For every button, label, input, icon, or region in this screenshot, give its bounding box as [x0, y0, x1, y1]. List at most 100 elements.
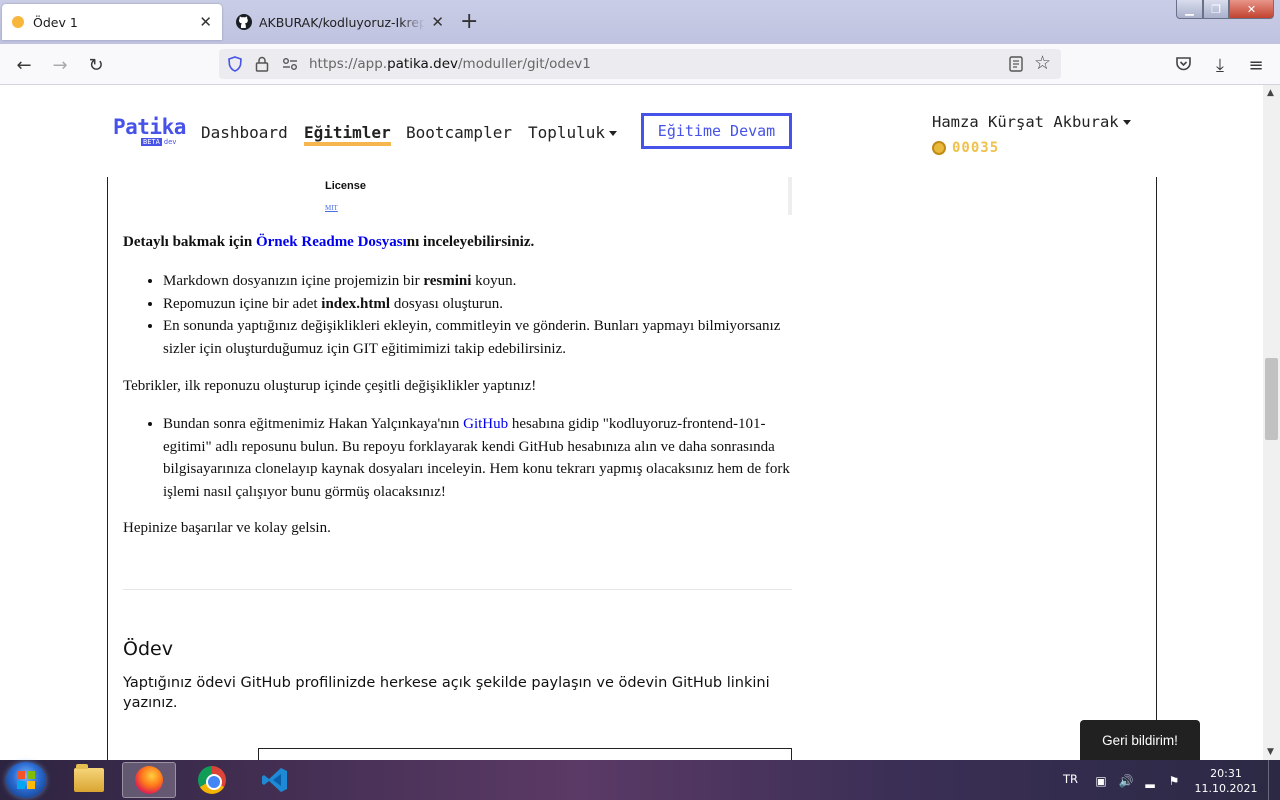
github-link[interactable]: GitHub: [463, 416, 508, 432]
nav-dashboard[interactable]: Dashboard: [201, 123, 288, 142]
next-steps-list: Bundan sonra eğitmenimiz Hakan Yalçınkay…: [123, 413, 793, 503]
close-tab-icon[interactable]: ✕: [199, 13, 212, 31]
license-heading: License: [325, 180, 366, 192]
close-tab-icon[interactable]: ✕: [431, 13, 444, 31]
downloads-icon[interactable]: ⤓: [1208, 53, 1232, 77]
show-desktop-button[interactable]: [1268, 760, 1280, 800]
vscode-icon: [262, 768, 287, 792]
address-bar[interactable]: https://app.patika.dev/moduller/git/odev…: [219, 49, 1061, 79]
list-text: dosyası oluşturun.: [390, 295, 503, 312]
browser-tab-strip: Ödev 1 ✕ AKBURAK/kodluyoruz-Ikrepo: K ✕ …: [0, 0, 1280, 44]
feedback-button[interactable]: Geri bildirim!: [1080, 720, 1200, 760]
pocket-icon[interactable]: [1175, 56, 1192, 72]
list-text: Bundan sonra eğitmenimiz Hakan Yalçınkay…: [163, 416, 464, 432]
forward-arrow-icon[interactable]: →: [48, 53, 72, 77]
nav-egitimler[interactable]: Eğitimler: [304, 123, 391, 146]
github-icon: [236, 14, 252, 30]
url-domain: patika.dev: [387, 56, 458, 72]
scrollbar-thumb[interactable]: [1265, 358, 1278, 440]
detail-suffix: nı inceleyebilirsiniz.: [406, 234, 535, 250]
url-text[interactable]: https://app.patika.dev/moduller/git/odev…: [309, 56, 591, 72]
coin-count: 00035: [952, 140, 1000, 156]
chrome-icon: [198, 766, 226, 794]
url-path: /moduller/git/odev1: [458, 56, 591, 72]
windows-taskbar: [0, 760, 1280, 800]
tab-odev-1[interactable]: Ödev 1 ✕: [2, 4, 222, 40]
list-item: Repomuzun içine bir adet index.html dosy…: [163, 293, 793, 316]
signal-icon[interactable]: ▂: [1142, 773, 1158, 789]
list-text: En sonunda yaptığınız değişiklikleri ekl…: [163, 318, 781, 357]
detail-paragraph: Detaylı bakmak için Örnek Readme Dosyası…: [123, 231, 793, 254]
patika-logo[interactable]: Patika BETA dev: [113, 115, 186, 146]
assignment-title: Ödev: [123, 638, 173, 660]
user-name: Hamza Kürşat Akburak: [932, 113, 1119, 131]
restore-window-icon[interactable]: ❐: [1203, 0, 1229, 19]
start-button[interactable]: [6, 762, 46, 798]
congrats-paragraph: Tebrikler, ilk reponuzu oluşturup içinde…: [123, 378, 537, 394]
detail-prefix: Detaylı bakmak için: [123, 234, 256, 250]
list-bold: resmini: [423, 273, 472, 289]
section-divider: [123, 589, 792, 590]
firefox-taskbar-button[interactable]: [122, 762, 176, 798]
minimize-window-icon[interactable]: ▁: [1176, 0, 1203, 19]
reload-icon[interactable]: ↻: [84, 53, 108, 77]
action-center-flag-icon[interactable]: ⚑: [1166, 773, 1182, 789]
web-page: License MIT Detaylı bakmak için Örnek Re…: [0, 85, 1263, 760]
nav-topluluk-label: Topluluk: [528, 123, 606, 142]
reader-view-icon[interactable]: [1009, 56, 1023, 72]
lesson-content: License MIT Detaylı bakmak için Örnek Re…: [107, 177, 1157, 760]
logo-beta: BETA: [141, 138, 162, 146]
shield-icon[interactable]: [227, 56, 243, 72]
user-menu[interactable]: Hamza Kürşat Akburak: [932, 113, 1131, 131]
assignment-description: Yaptığınız ödevi GitHub profilinizde her…: [123, 675, 770, 711]
nav-bootcampler[interactable]: Bootcampler: [406, 123, 512, 142]
list-text: Repomuzun içine bir adet: [163, 295, 322, 312]
frame-scrollbar[interactable]: [788, 177, 792, 215]
tab-github-repo[interactable]: AKBURAK/kodluyoruz-Ikrepo: K ✕: [226, 4, 454, 40]
continue-learning-button[interactable]: Eğitime Devam: [641, 113, 792, 149]
tab-title: AKBURAK/kodluyoruz-Ikrepo: K: [259, 14, 426, 30]
file-explorer-taskbar-button[interactable]: [62, 762, 116, 798]
folder-icon: [74, 764, 104, 792]
close-window-icon[interactable]: ✕: [1229, 0, 1274, 19]
closing-paragraph: Hepinize başarılar ve kolay gelsin.: [123, 520, 331, 536]
readme-preview-frame[interactable]: License MIT: [311, 177, 792, 215]
coin-balance: 00035: [932, 140, 999, 156]
logo-dev: dev: [163, 138, 177, 146]
scroll-down-arrow-icon[interactable]: ▼: [1267, 747, 1274, 757]
list-bold: index.html: [321, 295, 391, 312]
taskbar-clock[interactable]: 20:31 11.10.2021: [1194, 766, 1258, 796]
list-item: Markdown dosyanızın içine projemizin bir…: [163, 270, 793, 293]
list-item: En sonunda yaptığınız değişiklikleri ekl…: [163, 315, 793, 360]
chevron-down-icon: [609, 131, 618, 136]
permissions-icon[interactable]: [282, 57, 298, 71]
new-tab-plus-icon[interactable]: +: [460, 8, 478, 36]
network-device-icon[interactable]: ▣: [1093, 773, 1109, 789]
bookmark-star-icon[interactable]: ☆: [1034, 52, 1051, 74]
chrome-taskbar-button[interactable]: [185, 762, 239, 798]
windows-logo-icon: [17, 771, 35, 789]
url-prefix: https://app.: [309, 56, 388, 72]
language-indicator[interactable]: TR: [1063, 772, 1078, 786]
list-item: Bundan sonra eğitmenimiz Hakan Yalçınkay…: [163, 413, 793, 503]
list-text: koyun.: [471, 273, 517, 289]
site-header: Patika BETA dev Dashboard Eğitimler Bootc…: [0, 85, 1263, 177]
firefox-icon: [135, 766, 163, 794]
example-readme-link[interactable]: Örnek Readme Dosyası: [256, 234, 407, 250]
menu-hamburger-icon[interactable]: ≡: [1244, 53, 1268, 77]
chevron-down-icon: [1122, 120, 1131, 125]
back-arrow-icon[interactable]: ←: [12, 53, 36, 77]
vscode-taskbar-button[interactable]: [248, 762, 302, 798]
browser-nav-bar: ← → ↻ https://app.patika.dev/moduller/gi…: [0, 44, 1280, 85]
window-controls: ▁ ❐ ✕: [1176, 0, 1274, 19]
lock-icon[interactable]: [255, 56, 269, 72]
logo-word: Patika: [113, 115, 186, 139]
nav-topluluk[interactable]: Topluluk: [528, 123, 618, 142]
license-link[interactable]: MIT: [325, 204, 338, 212]
assignment-answer-input[interactable]: [258, 748, 792, 760]
volume-icon[interactable]: 🔊: [1118, 773, 1134, 789]
page-scrollbar[interactable]: ▲ ▼: [1263, 85, 1280, 760]
scroll-up-arrow-icon[interactable]: ▲: [1267, 88, 1274, 98]
clock-time: 20:31: [1210, 767, 1242, 780]
instruction-list: Markdown dosyanızın içine projemizin bir…: [123, 270, 793, 360]
